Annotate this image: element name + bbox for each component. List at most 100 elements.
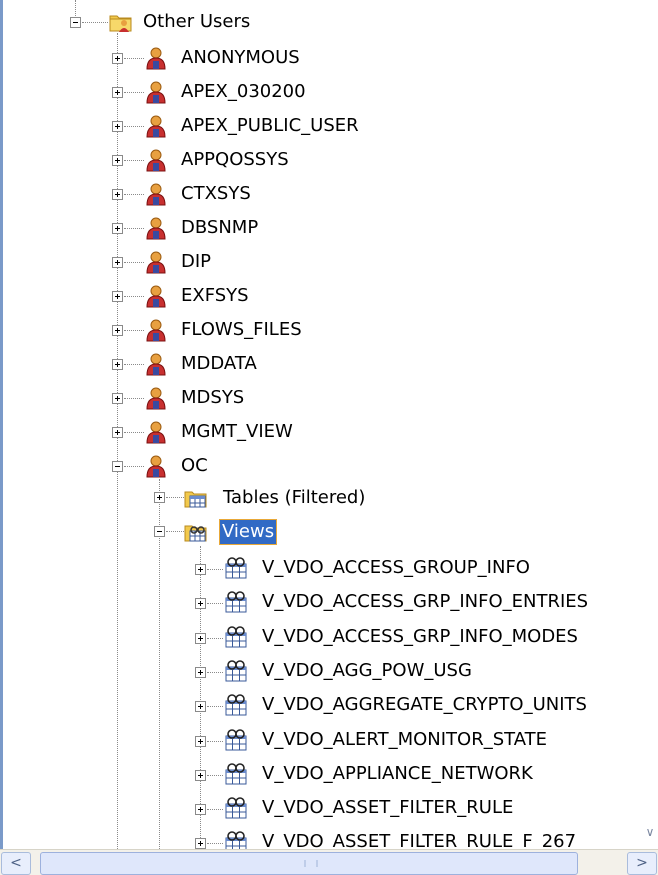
chevron-right-icon: > xyxy=(636,855,648,871)
tree-item-user[interactable]: APEX_030200 xyxy=(181,80,306,104)
tree-connector xyxy=(207,706,223,707)
expand-toggle-view[interactable] xyxy=(195,633,206,644)
tree-connector xyxy=(207,843,223,844)
tree-item-view[interactable]: V_VDO_ACCESS_GRP_INFO_MODES xyxy=(262,625,578,649)
user-icon xyxy=(144,250,168,274)
expand-toggle-user[interactable] xyxy=(112,121,123,132)
scroll-left-button[interactable]: < xyxy=(1,852,31,875)
scrollbar-thumb[interactable] xyxy=(40,852,578,875)
scroll-down-arrow[interactable]: ∨ xyxy=(642,822,658,842)
expand-toggle-user[interactable] xyxy=(112,427,123,438)
tree-connector xyxy=(200,546,201,846)
user-icon xyxy=(144,454,168,478)
user-icon xyxy=(144,386,168,410)
expand-toggle-view[interactable] xyxy=(195,804,206,815)
expand-toggle-view[interactable] xyxy=(195,701,206,712)
tree-item-views[interactable]: Views xyxy=(218,519,278,545)
expand-toggle-user[interactable] xyxy=(112,189,123,200)
user-icon xyxy=(144,216,168,240)
user-icon xyxy=(144,420,168,444)
expand-toggle-view[interactable] xyxy=(195,667,206,678)
tree-connector xyxy=(124,398,144,399)
tree-item-user[interactable]: MDSYS xyxy=(181,386,244,410)
expand-toggle-user[interactable] xyxy=(112,87,123,98)
tree-connector xyxy=(124,296,144,297)
tree-item-user[interactable]: MDDATA xyxy=(181,352,257,376)
tree-connector xyxy=(207,741,223,742)
view-icon xyxy=(224,762,248,786)
view-icon xyxy=(224,556,248,580)
tree-connector xyxy=(124,466,144,467)
tree-connector xyxy=(124,92,144,93)
view-icon xyxy=(224,728,248,752)
collapse-toggle-views[interactable] xyxy=(154,526,165,537)
tree-item-user[interactable]: APPQOSSYS xyxy=(181,148,289,172)
view-icon xyxy=(224,796,248,820)
chevron-left-icon: < xyxy=(10,855,22,871)
tree-item-user[interactable]: ANONYMOUS xyxy=(181,46,300,70)
views-folder-icon xyxy=(184,520,208,544)
view-icon xyxy=(224,659,248,683)
grip-icon xyxy=(304,860,318,867)
expand-toggle-user[interactable] xyxy=(112,53,123,64)
tree-item-view[interactable]: V_VDO_ALERT_MONITOR_STATE xyxy=(262,728,547,752)
tree-item-user[interactable]: DIP xyxy=(181,250,211,274)
tables-folder-icon xyxy=(184,486,208,510)
expand-toggle-view[interactable] xyxy=(195,564,206,575)
tree-item-user[interactable]: OC xyxy=(181,454,208,478)
tree-item-view[interactable]: V_VDO_AGGREGATE_CRYPTO_UNITS xyxy=(262,693,587,717)
schema-tree[interactable]: Other Users ANONYMOUS APEX_030200 APEX_PUB… xyxy=(0,0,658,875)
collapse-toggle-other-users[interactable] xyxy=(70,17,81,28)
tree-item-user[interactable]: CTXSYS xyxy=(181,182,251,206)
folder-users-icon xyxy=(109,10,133,34)
expand-toggle-user[interactable] xyxy=(112,359,123,370)
tree-connector xyxy=(207,569,223,570)
user-icon xyxy=(144,284,168,308)
tree-item-user[interactable]: MGMT_VIEW xyxy=(181,420,293,444)
scroll-right-button[interactable]: > xyxy=(627,852,657,875)
tree-left-border xyxy=(0,0,3,850)
collapse-toggle-user[interactable] xyxy=(112,461,123,472)
tree-connector xyxy=(124,432,144,433)
expand-toggle-user[interactable] xyxy=(112,155,123,166)
tree-connector xyxy=(124,160,144,161)
tree-item-view[interactable]: V_VDO_APPLIANCE_NETWORK xyxy=(262,762,533,786)
tree-connector xyxy=(124,228,144,229)
tree-item-view[interactable]: V_VDO_ACCESS_GROUP_INFO xyxy=(262,556,530,580)
expand-toggle-user[interactable] xyxy=(112,257,123,268)
tree-connector xyxy=(124,262,144,263)
tree-item-user[interactable]: APEX_PUBLIC_USER xyxy=(181,114,359,138)
tree-item-other-users[interactable]: Other Users xyxy=(143,10,250,34)
user-icon xyxy=(144,318,168,342)
tree-connector xyxy=(207,638,223,639)
tree-item-user[interactable]: FLOWS_FILES xyxy=(181,318,302,342)
expand-toggle-user[interactable] xyxy=(112,393,123,404)
tree-item-view[interactable]: V_VDO_AGG_POW_USG xyxy=(262,659,472,683)
expand-toggle-user[interactable] xyxy=(112,223,123,234)
user-icon xyxy=(144,46,168,70)
view-icon xyxy=(224,625,248,649)
expand-toggle-view[interactable] xyxy=(195,838,206,849)
tree-item-user[interactable]: EXFSYS xyxy=(181,284,249,308)
tree-connector xyxy=(207,603,223,604)
view-icon xyxy=(224,590,248,614)
tree-connector xyxy=(124,58,144,59)
tree-item-user[interactable]: DBSNMP xyxy=(181,216,258,240)
expand-toggle-user[interactable] xyxy=(112,291,123,302)
tree-item-tables-filtered[interactable]: Tables (Filtered) xyxy=(223,486,365,510)
user-icon xyxy=(144,148,168,172)
tree-connector xyxy=(124,194,144,195)
expand-toggle-tables[interactable] xyxy=(154,492,165,503)
tree-connector xyxy=(124,330,144,331)
user-icon xyxy=(144,80,168,104)
horizontal-scrollbar[interactable]: < > xyxy=(0,849,658,875)
expand-toggle-view[interactable] xyxy=(195,770,206,781)
tree-connector xyxy=(207,809,223,810)
tree-item-view[interactable]: V_VDO_ASSET_FILTER_RULE xyxy=(262,796,513,820)
tree-connector xyxy=(207,775,223,776)
expand-toggle-view[interactable] xyxy=(195,736,206,747)
expand-toggle-view[interactable] xyxy=(195,598,206,609)
tree-item-view[interactable]: V_VDO_ACCESS_GRP_INFO_ENTRIES xyxy=(262,590,588,614)
tree-connector xyxy=(166,531,184,532)
expand-toggle-user[interactable] xyxy=(112,325,123,336)
